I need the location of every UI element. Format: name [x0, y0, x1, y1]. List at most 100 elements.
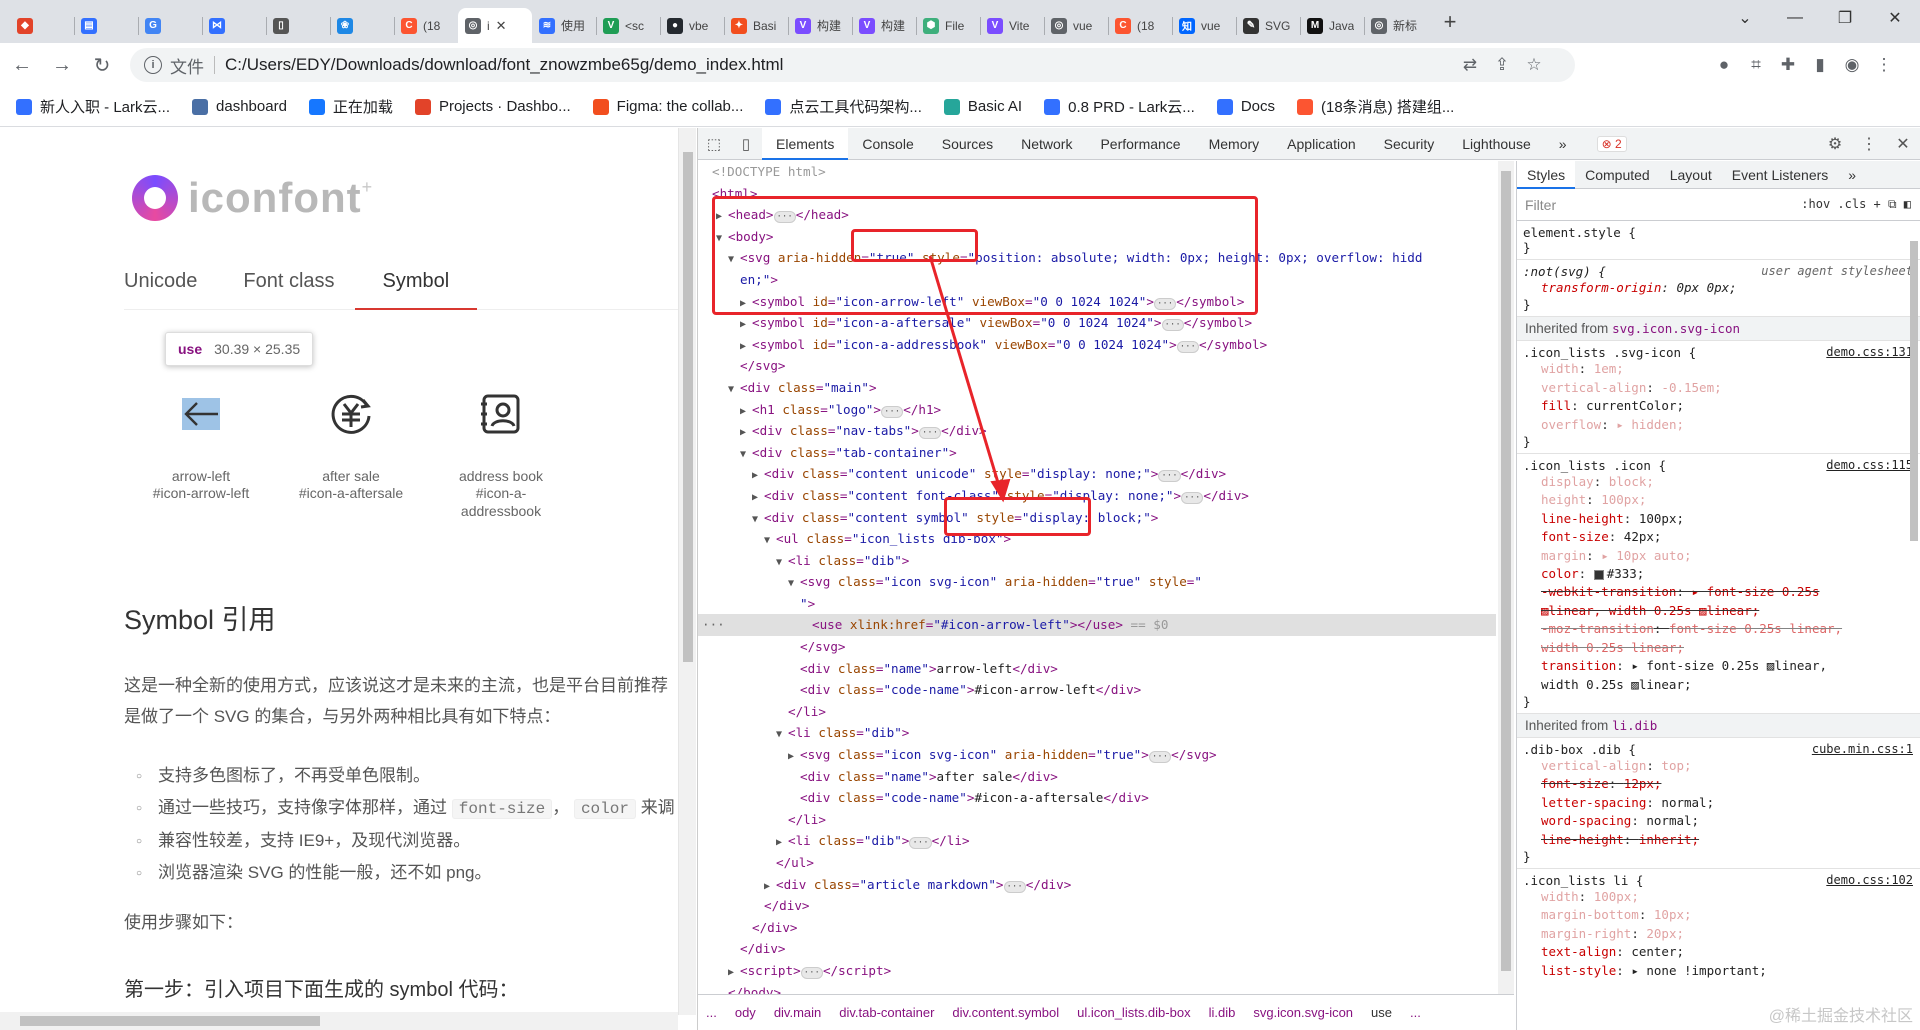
address-book-icon[interactable]	[426, 364, 576, 464]
browser-tab[interactable]: ⬢ File	[916, 8, 980, 43]
bookmark-item[interactable]: 新人入职 - Lark云...	[16, 96, 170, 117]
declaration[interactable]: font-size: 42px;	[1523, 528, 1915, 546]
browser-tab[interactable]: V 构建	[852, 8, 916, 43]
forward-button[interactable]: →	[44, 47, 80, 83]
dom-body-close[interactable]: </body>	[698, 982, 1496, 994]
arrow-left-icon[interactable]	[126, 364, 276, 464]
dom-svg-icon[interactable]: ▼ <svg class="icon svg-icon" aria-hidden=…	[698, 571, 1496, 593]
back-button[interactable]: ←	[4, 47, 40, 83]
declaration[interactable]: transition: ▸ font-size 0.25s ▨linear,	[1523, 657, 1915, 675]
dom-article[interactable]: ▶ <div class="article markdown"> ··· </div>	[698, 874, 1496, 896]
bookmark-item[interactable]: (18条消息) 搭建组...	[1297, 96, 1454, 117]
rule-icon[interactable]: .icon_lists .icon { demo.css:115 display…	[1517, 454, 1920, 714]
rule-dib[interactable]: .dib-box .dib { cube.min.css:1 vertical-…	[1517, 738, 1920, 869]
scroll-thumb[interactable]	[20, 1016, 320, 1026]
elements-scrollbar[interactable]	[1498, 161, 1514, 994]
address-bar[interactable]: i 文件 C:/Users/EDY/Downloads/download/fon…	[130, 48, 1575, 82]
browser-tab[interactable]: M Java	[1300, 8, 1364, 43]
declaration[interactable]: overflow: ▸ hidden;	[1523, 416, 1915, 434]
dom-li-dib-2[interactable]: ▼ <li class="dib">	[698, 722, 1496, 744]
extension-html-icon[interactable]: ⌗	[1740, 55, 1772, 75]
styles-tab[interactable]: Computed	[1575, 161, 1660, 189]
breadcrumb-item[interactable]: li.dib	[1209, 1005, 1236, 1020]
browser-tab[interactable]: 知 vue	[1172, 8, 1236, 43]
rule-svg-icon[interactable]: .icon_lists .svg-icon { demo.css:131 wid…	[1517, 341, 1920, 455]
url-text[interactable]: C:/Users/EDY/Downloads/download/font_zno…	[225, 55, 783, 75]
breadcrumb-item[interactable]: div.main	[774, 1005, 821, 1020]
declaration[interactable]: line-height: inherit;	[1523, 831, 1915, 849]
rule-element-style[interactable]: element.style { }	[1517, 221, 1920, 260]
declaration[interactable]: margin: ▸ 10px auto;	[1523, 547, 1915, 565]
dom-script[interactable]: ▶ <script> ··· </script>	[698, 960, 1496, 982]
dom-ul-close[interactable]: </ul>	[698, 852, 1496, 874]
browser-tab[interactable]: ❀	[330, 8, 394, 43]
declaration[interactable]: -webkit-transition: ▸ font-size 0.25s	[1523, 583, 1915, 601]
bookmark-item[interactable]: 0.8 PRD - Lark云...	[1044, 96, 1195, 117]
inherited-selector[interactable]: svg.icon.svg-icon	[1612, 321, 1740, 336]
declaration[interactable]: vertical-align: top;	[1523, 757, 1915, 775]
error-count-badge[interactable]: ⊗ 2	[1596, 135, 1627, 152]
dom-svg-close[interactable]: </svg>	[698, 636, 1496, 658]
declaration[interactable]: ▨linear, width 0.25s ▨linear;	[1523, 602, 1915, 620]
filter-input[interactable]: Filter	[1525, 197, 1556, 213]
browser-tab[interactable]: V <sc	[596, 8, 660, 43]
breadcrumb-item[interactable]: use	[1371, 1005, 1392, 1020]
rule-user-agent[interactable]: :not(svg) { user agent stylesheet transf…	[1517, 260, 1920, 318]
inherited-selector[interactable]: li.dib	[1612, 718, 1657, 733]
color-swatch[interactable]	[1593, 569, 1604, 580]
dom-div-name-2[interactable]: <div class="name">after sale</div>	[698, 766, 1496, 788]
declaration[interactable]: width: 1em;	[1523, 360, 1915, 378]
page-horizontal-scrollbar[interactable]	[0, 1012, 678, 1030]
rule-source-link[interactable]: demo.css:115	[1826, 458, 1913, 472]
styles-tab[interactable]: Styles	[1517, 161, 1576, 189]
share-icon[interactable]: ⇪	[1486, 55, 1518, 75]
styles-tab[interactable]: Layout	[1660, 161, 1722, 189]
devtools-menu-icon[interactable]: ⋮	[1852, 134, 1886, 154]
icon-item-after-sale[interactable]: after sale #icon-a-aftersale	[276, 364, 426, 520]
styles-tab[interactable]: Event Listeners	[1722, 161, 1839, 189]
dom-li-close-2[interactable]: </li>	[698, 809, 1496, 831]
breadcrumb-item[interactable]: svg.icon.svg-icon	[1253, 1005, 1353, 1020]
dom-div-name[interactable]: <div class="name">arrow-left</div>	[698, 658, 1496, 680]
declaration[interactable]: word-spacing: normal;	[1523, 812, 1915, 830]
extension-circle-icon[interactable]: ●	[1708, 55, 1740, 75]
browser-tab[interactable]: ▯	[266, 8, 330, 43]
bookmark-item[interactable]: Figma: the collab...	[592, 98, 743, 115]
tab-font-class[interactable]: Font class	[243, 264, 334, 310]
chevron-down-icon[interactable]: ⌄	[1720, 8, 1770, 28]
dom-li-close[interactable]: </li>	[698, 701, 1496, 723]
breadcrumb-item[interactable]: ...	[1410, 1005, 1421, 1020]
reload-button[interactable]: ↻	[84, 47, 120, 83]
styles-filter[interactable]: Filter :hov .cls + ⧉ ◧	[1517, 189, 1920, 221]
more-tabs-icon[interactable]: »	[1545, 128, 1581, 160]
dom-div-close[interactable]: </div>	[698, 895, 1496, 917]
breadcrumb-item[interactable]: div.content.symbol	[952, 1005, 1059, 1020]
browser-tab[interactable]: ◎ 新标	[1364, 8, 1428, 43]
browser-tab[interactable]: C (18	[1108, 8, 1172, 43]
browser-tab[interactable]: ≋ 使用	[532, 8, 596, 43]
puzzle-icon[interactable]: ✚	[1772, 55, 1804, 75]
dom-div-close[interactable]: </div>	[698, 938, 1496, 960]
icon-item-address-book[interactable]: address book #icon-a- addressbook	[426, 364, 576, 520]
declaration[interactable]: fill: currentColor;	[1523, 397, 1915, 415]
styles-tab[interactable]: »	[1838, 161, 1866, 189]
bookmark-item[interactable]: Docs	[1216, 98, 1275, 115]
bookmark-star-icon[interactable]: ☆	[1518, 55, 1550, 75]
declaration[interactable]: font-size: 12px;	[1523, 775, 1915, 793]
bookmark-item[interactable]: Projects · Dashbo...	[414, 98, 571, 115]
bookmark-item[interactable]: Basic AI	[943, 98, 1022, 115]
close-devtools-icon[interactable]: ✕	[1886, 134, 1920, 154]
sidepanel-icon[interactable]: ▮	[1804, 55, 1836, 75]
dom-use-selected[interactable]: ··· <use xlink:href="#icon-arrow-left"></…	[698, 614, 1496, 637]
browser-tab[interactable]: ● vbe	[660, 8, 724, 43]
browser-tab[interactable]: V Vite	[980, 8, 1044, 43]
browser-tab[interactable]: ◎ vue	[1044, 8, 1108, 43]
browser-tab[interactable]: ✦ Basi	[724, 8, 788, 43]
declaration[interactable]: letter-spacing: normal;	[1523, 794, 1915, 812]
browser-tab[interactable]: ✎ SVG	[1236, 8, 1300, 43]
dom-div-codename-2[interactable]: <div class="code-name">#icon-a-aftersale…	[698, 787, 1496, 809]
browser-tab[interactable]: V 构建	[788, 8, 852, 43]
settings-gear-icon[interactable]: ⚙	[1818, 134, 1852, 154]
breadcrumb-item[interactable]: ...	[706, 1005, 717, 1020]
declaration[interactable]: width 0.25s linear;	[1523, 639, 1915, 657]
